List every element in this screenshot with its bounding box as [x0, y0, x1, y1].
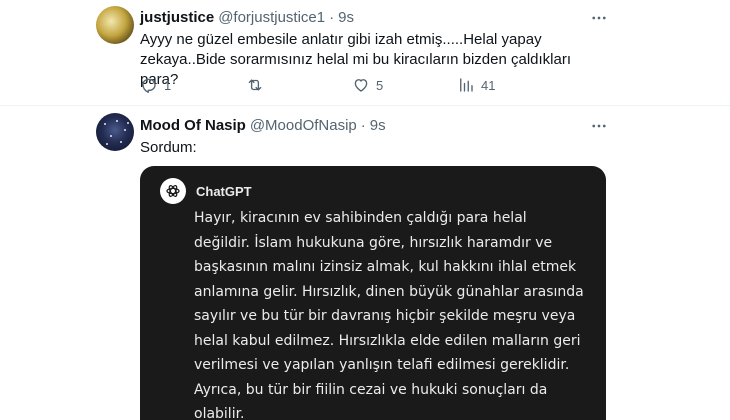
tweet-actions: 1 5 41: [140, 76, 600, 96]
more-horizontal-icon: [592, 124, 606, 128]
more-options-button[interactable]: [590, 117, 608, 135]
display-name[interactable]: justjustice: [140, 9, 214, 26]
chatgpt-logo-icon: [166, 185, 180, 197]
chatgpt-title: ChatGPT: [196, 184, 252, 199]
tweet-header: Mood Of Nasip @MoodOfNasip · 9s: [140, 117, 386, 134]
reply-button[interactable]: 1: [140, 76, 171, 94]
user-handle[interactable]: @forjustjustice1: [218, 9, 325, 26]
timestamp[interactable]: 9s: [370, 117, 386, 134]
reply-count: 1: [164, 77, 172, 93]
avatar[interactable]: [96, 6, 134, 44]
avatar[interactable]: [96, 113, 134, 151]
timestamp[interactable]: 9s: [338, 9, 354, 26]
chatgpt-screenshot-image[interactable]: ChatGPT Hayır, kiracının ev sahibinden ç…: [140, 166, 606, 420]
retweet-button[interactable]: [246, 76, 270, 94]
retweet-icon: [248, 79, 262, 91]
chatgpt-logo: [160, 178, 186, 204]
views-chart-icon: [460, 78, 473, 92]
views-count: 41: [481, 77, 496, 93]
tweet-reply-justjustice[interactable]: justjustice @forjustjustice1 · 9s Ayyy n…: [0, 0, 730, 106]
chatgpt-response-text: Hayır, kiracının ev sahibinden çaldığı p…: [194, 210, 584, 420]
user-handle[interactable]: @MoodOfNasip: [250, 117, 357, 134]
reply-icon: [142, 78, 156, 93]
tweet-text: Sordum:: [140, 139, 197, 156]
heart-icon: [354, 79, 368, 92]
like-button[interactable]: 5: [352, 76, 383, 94]
display-name[interactable]: Mood Of Nasip: [140, 117, 246, 134]
more-options-button[interactable]: [590, 9, 608, 27]
more-horizontal-icon: [592, 16, 606, 20]
views-button[interactable]: 41: [457, 76, 495, 94]
like-count: 5: [376, 77, 384, 93]
separator-dot: ·: [360, 117, 366, 134]
tweet-header: justjustice @forjustjustice1 · 9s: [140, 9, 354, 26]
separator-dot: ·: [329, 9, 335, 26]
